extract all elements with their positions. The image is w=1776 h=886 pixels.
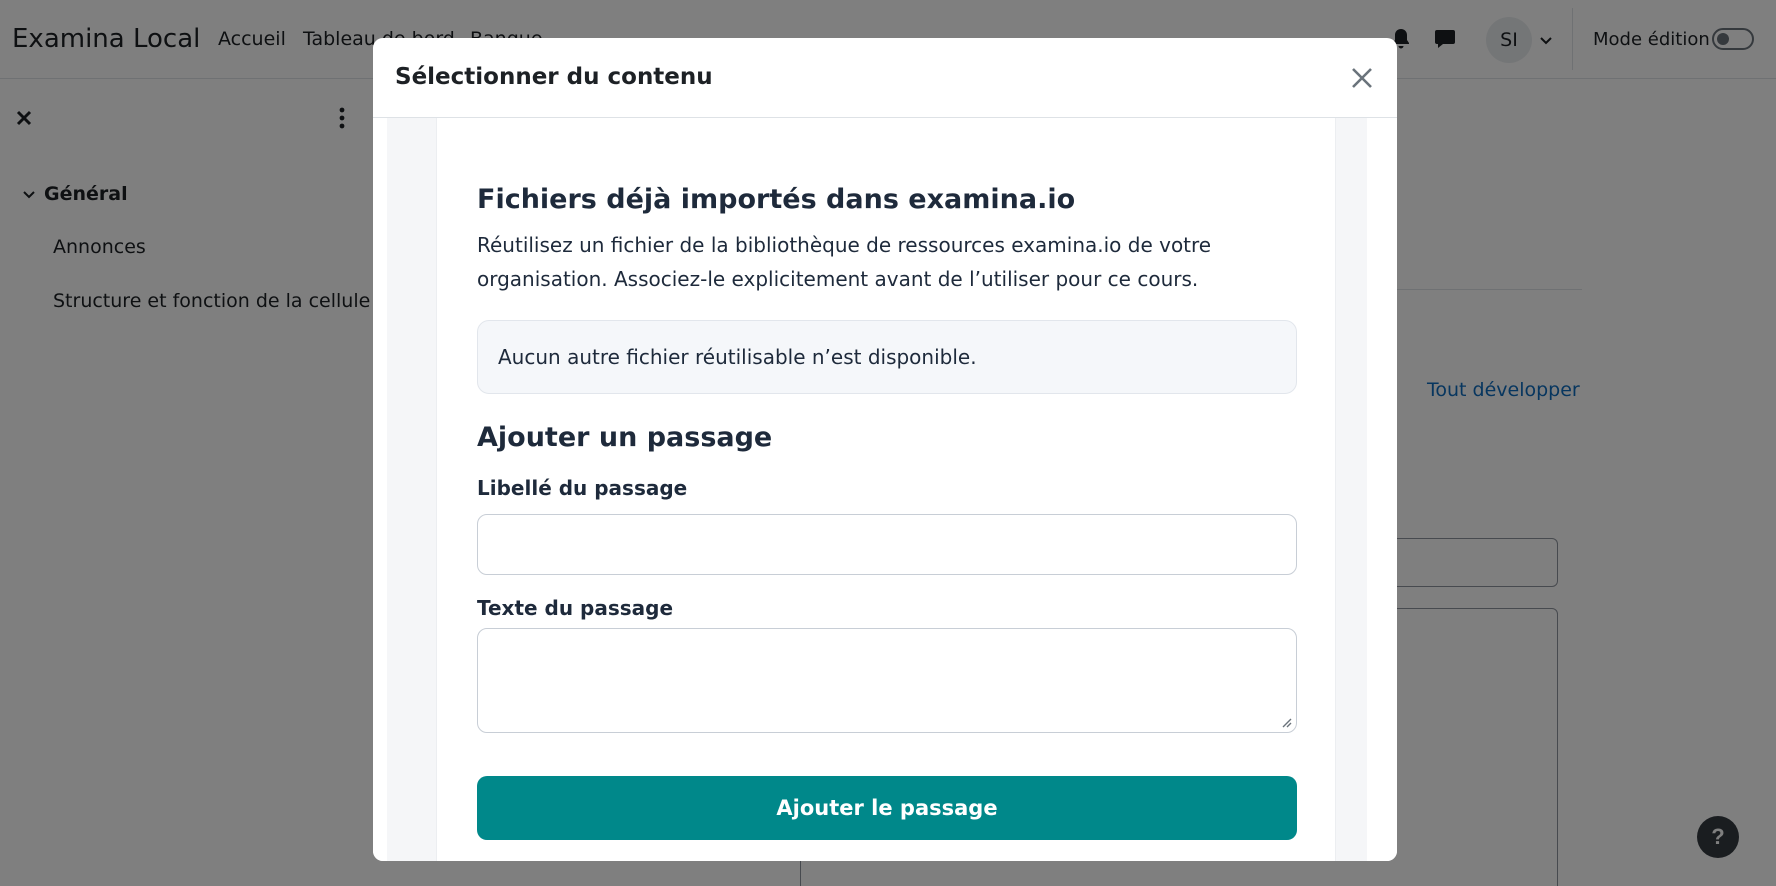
content-card: Fichiers déjà importés dans examina.io R… xyxy=(436,118,1336,861)
passage-label-field-label: Libellé du passage xyxy=(477,476,688,500)
modal-title: Sélectionner du contenu xyxy=(395,64,713,90)
resize-handle-icon[interactable] xyxy=(1280,716,1292,728)
modal-body-gutter: Fichiers déjà importés dans examina.io R… xyxy=(387,118,1367,861)
passage-label-input[interactable] xyxy=(477,514,1297,575)
modal-body[interactable]: Fichiers déjà importés dans examina.io R… xyxy=(373,118,1397,861)
empty-files-message: Aucun autre fichier réutilisable n’est d… xyxy=(498,345,977,369)
close-icon[interactable] xyxy=(1348,64,1376,92)
modal-header: Sélectionner du contenu xyxy=(373,38,1397,118)
passage-text-area[interactable] xyxy=(477,628,1297,733)
add-passage-title: Ajouter un passage xyxy=(477,422,773,453)
select-content-modal: Sélectionner du contenu Fichiers déjà im… xyxy=(373,38,1397,861)
reuse-files-description: Réutilisez un fichier de la bibliothèque… xyxy=(477,233,1212,291)
reuse-files-title: Fichiers déjà importés dans examina.io xyxy=(477,184,1076,215)
empty-files-notice: Aucun autre fichier réutilisable n’est d… xyxy=(477,320,1297,394)
passage-text-field-label: Texte du passage xyxy=(477,596,674,620)
add-passage-button[interactable]: Ajouter le passage xyxy=(477,776,1297,840)
